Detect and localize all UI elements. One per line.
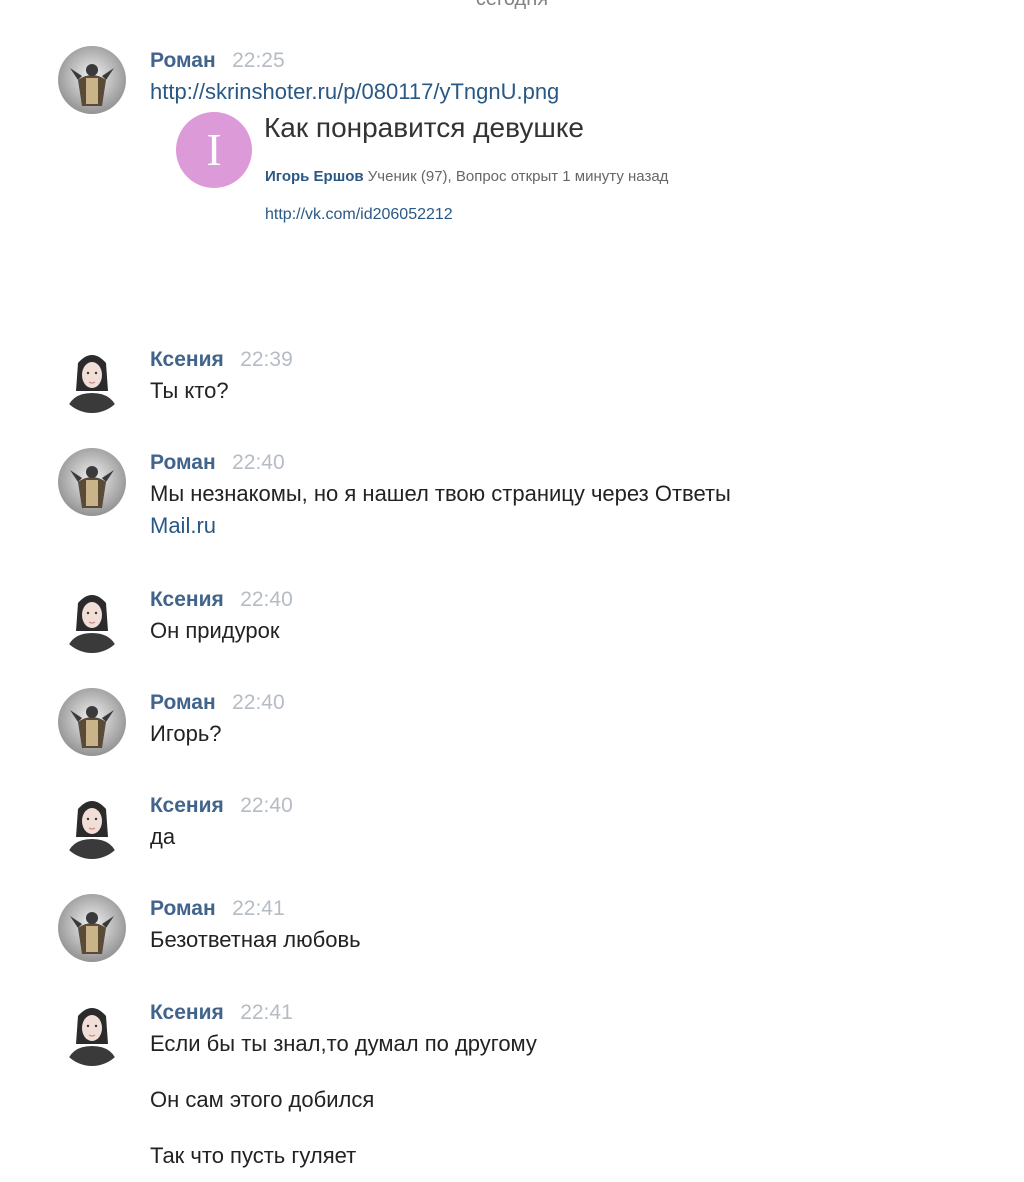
man-silhouette-avatar-icon [58,46,126,114]
message-time[interactable]: 22:25 [232,49,285,72]
snippet-author[interactable]: Игорь Ершов [265,168,364,185]
message-time[interactable]: 22:40 [240,588,293,611]
message-text: Если бы ты знал,то думал по другому [150,1031,537,1056]
avatar-roman[interactable] [58,448,126,516]
message-text: Он придурок [150,618,280,643]
snippet-meta: Игорь Ершов Ученик (97), Вопрос открыт 1… [265,168,668,185]
avatar-roman[interactable] [58,46,126,114]
girl-portrait-avatar-icon [58,791,126,859]
message-time[interactable]: 22:39 [240,348,293,371]
message-text: да [150,824,176,849]
link-snippet[interactable]: I Как понравится девушке Игорь Ершов Уче… [176,104,776,234]
message-time[interactable]: 22:41 [240,1001,293,1024]
avatar-ksenia[interactable] [58,998,126,1066]
girl-portrait-avatar-icon [58,998,126,1066]
message-text: Мы незнакомы, но я нашел твою страницу ч… [150,481,731,506]
message-link[interactable]: Mail.ru [150,510,980,542]
man-silhouette-avatar-icon [58,448,126,516]
avatar-roman[interactable] [58,894,126,962]
message-text: Игорь? [150,721,222,746]
message-author[interactable]: Ксения [150,1001,224,1024]
message-text: Ты кто? [150,378,229,403]
message-text: Так что пусть гуляет [150,1143,357,1168]
message-time[interactable]: 22:40 [232,691,285,714]
date-separator: сегодня [0,0,1024,11]
snippet-url[interactable]: http://vk.com/id206052212 [265,206,453,224]
avatar-ksenia[interactable] [58,791,126,859]
message-time[interactable]: 22:41 [232,897,285,920]
girl-portrait-avatar-icon [58,585,126,653]
man-silhouette-avatar-icon [58,894,126,962]
snippet-logo-icon: I [176,112,252,188]
message-author[interactable]: Роман [150,451,216,474]
snippet-meta-text: Ученик (97), Вопрос открыт 1 минуту наза… [367,168,669,185]
message-text: Безответная любовь [150,927,361,952]
girl-portrait-avatar-icon [58,345,126,413]
message-author[interactable]: Роман [150,897,216,920]
man-silhouette-avatar-icon [58,688,126,756]
message-author[interactable]: Ксения [150,348,224,371]
avatar-ksenia[interactable] [58,345,126,413]
snippet-title[interactable]: Как понравится девушке [264,112,584,144]
message-author[interactable]: Ксения [150,794,224,817]
avatar-ksenia[interactable] [58,585,126,653]
avatar-roman[interactable] [58,688,126,756]
message-author[interactable]: Роман [150,691,216,714]
message-author[interactable]: Ксения [150,588,224,611]
message-time[interactable]: 22:40 [240,794,293,817]
message-author[interactable]: Роман [150,49,216,72]
message-text: Он сам этого добился [150,1087,375,1112]
message-time[interactable]: 22:40 [232,451,285,474]
